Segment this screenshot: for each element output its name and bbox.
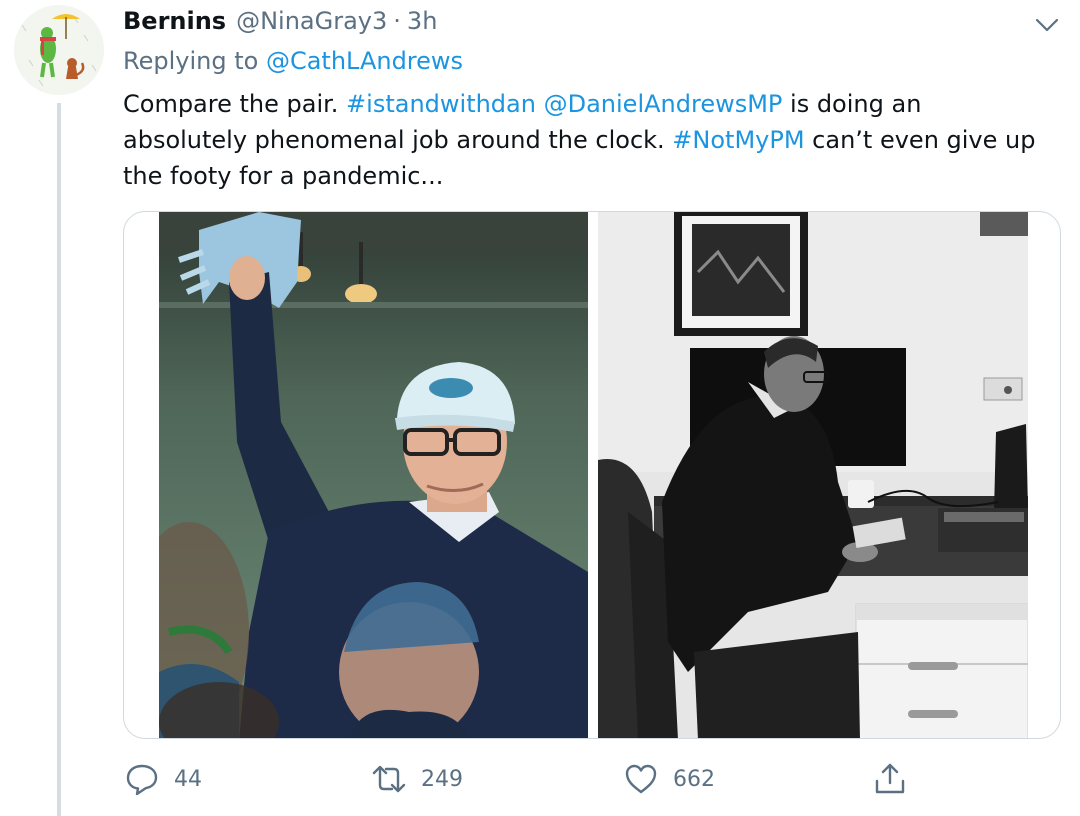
reply-icon <box>126 764 158 796</box>
replying-to: Replying to @CathLAndrews <box>123 47 463 75</box>
avatar[interactable] <box>14 5 104 95</box>
mention-link[interactable]: @DanielAndrewsMP <box>544 90 783 118</box>
reply-count: 44 <box>174 766 202 792</box>
media-photo-2[interactable] <box>598 212 1028 738</box>
tweet-timestamp[interactable]: 3h <box>407 7 437 35</box>
text-segment: the footy for a pandemic... <box>123 162 444 190</box>
reply-button[interactable]: 44 <box>124 757 202 801</box>
retweet-icon <box>372 765 406 793</box>
replying-to-handle-link[interactable]: @CathLAndrews <box>266 47 463 75</box>
like-button[interactable]: 662 <box>623 757 715 801</box>
media-photo-1[interactable] <box>159 212 588 738</box>
chevron-down-icon <box>1035 18 1059 32</box>
more-options-button[interactable] <box>1032 12 1062 38</box>
text-segment: Compare the pair. <box>123 90 347 118</box>
tweet-text: Compare the pair. #istandwithdan @Daniel… <box>123 86 1063 194</box>
hashtag-link[interactable]: #istandwithdan <box>346 90 536 118</box>
photo-man-in-cap-waving-scarf-icon <box>159 212 588 738</box>
hashtag-link[interactable]: #NotMyPM <box>672 126 804 154</box>
text-segment: can’t even give up <box>804 126 1036 154</box>
heart-icon <box>625 764 657 794</box>
text-segment: absolutely phenomenal job around the clo… <box>123 126 673 154</box>
retweet-button[interactable]: 249 <box>371 757 463 801</box>
share-icon <box>875 763 905 794</box>
author-handle[interactable]: @NinaGray3 <box>236 7 387 35</box>
author-display-name[interactable]: Bernins <box>123 7 226 35</box>
thread-line <box>57 103 61 816</box>
tweet-text-line: the footy for a pandemic... <box>123 158 1063 194</box>
like-count: 662 <box>673 766 715 792</box>
replying-to-label: Replying to <box>123 47 266 75</box>
text-segment: is doing an <box>782 90 922 118</box>
tweet-text-line: absolutely phenomenal job around the clo… <box>123 122 1063 158</box>
tweet-header: Bernins @NinaGray3 · 3h <box>123 7 437 41</box>
header-separator: · <box>393 7 401 35</box>
retweet-count: 249 <box>421 766 463 792</box>
tweet-text-line: Compare the pair. #istandwithdan @Daniel… <box>123 86 1063 122</box>
media-grid <box>123 211 1061 739</box>
action-bar: 44 249 662 <box>0 757 1080 801</box>
avatar-illustration-icon <box>14 5 104 95</box>
text-segment <box>536 90 544 118</box>
photo-man-working-at-desk-grayscale-icon <box>598 212 1028 738</box>
share-button[interactable] <box>872 757 908 801</box>
